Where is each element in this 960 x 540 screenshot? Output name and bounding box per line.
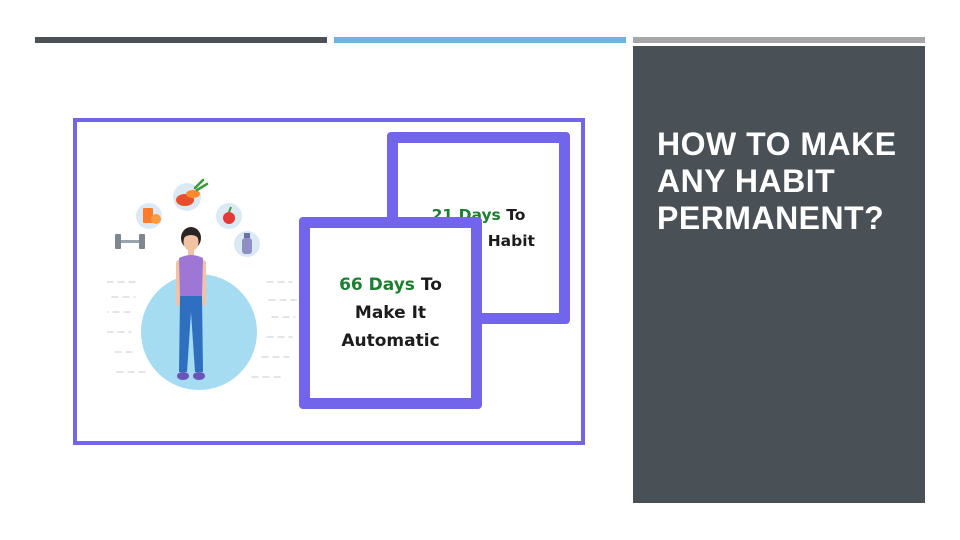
habit-figure: 21 Days To Form a Habit 66 Days To Make … <box>73 118 585 445</box>
orange-juice-icon <box>136 203 162 229</box>
water-bottle-icon <box>234 231 260 257</box>
top-accent-bar-blue <box>334 37 626 43</box>
vegetables-icon <box>173 178 209 211</box>
card-bottom-heading: 66 Days To <box>339 275 442 295</box>
card-bottom-line3: Automatic <box>341 331 440 351</box>
slide-title: HOW TO MAKE ANY HABIT PERMANENT? <box>657 126 897 236</box>
top-accent-bar-gray <box>633 37 925 43</box>
apple-icon <box>216 203 242 229</box>
top-accent-bar-dark <box>35 37 327 43</box>
habit-card-66-days: 66 Days To Make It Automatic <box>299 217 482 409</box>
card-bottom-line2: Make It <box>354 303 427 323</box>
fitness-illustration <box>101 172 298 422</box>
title-panel: HOW TO MAKE ANY HABIT PERMANENT? <box>633 46 925 503</box>
dumbbell-icon <box>115 234 145 249</box>
